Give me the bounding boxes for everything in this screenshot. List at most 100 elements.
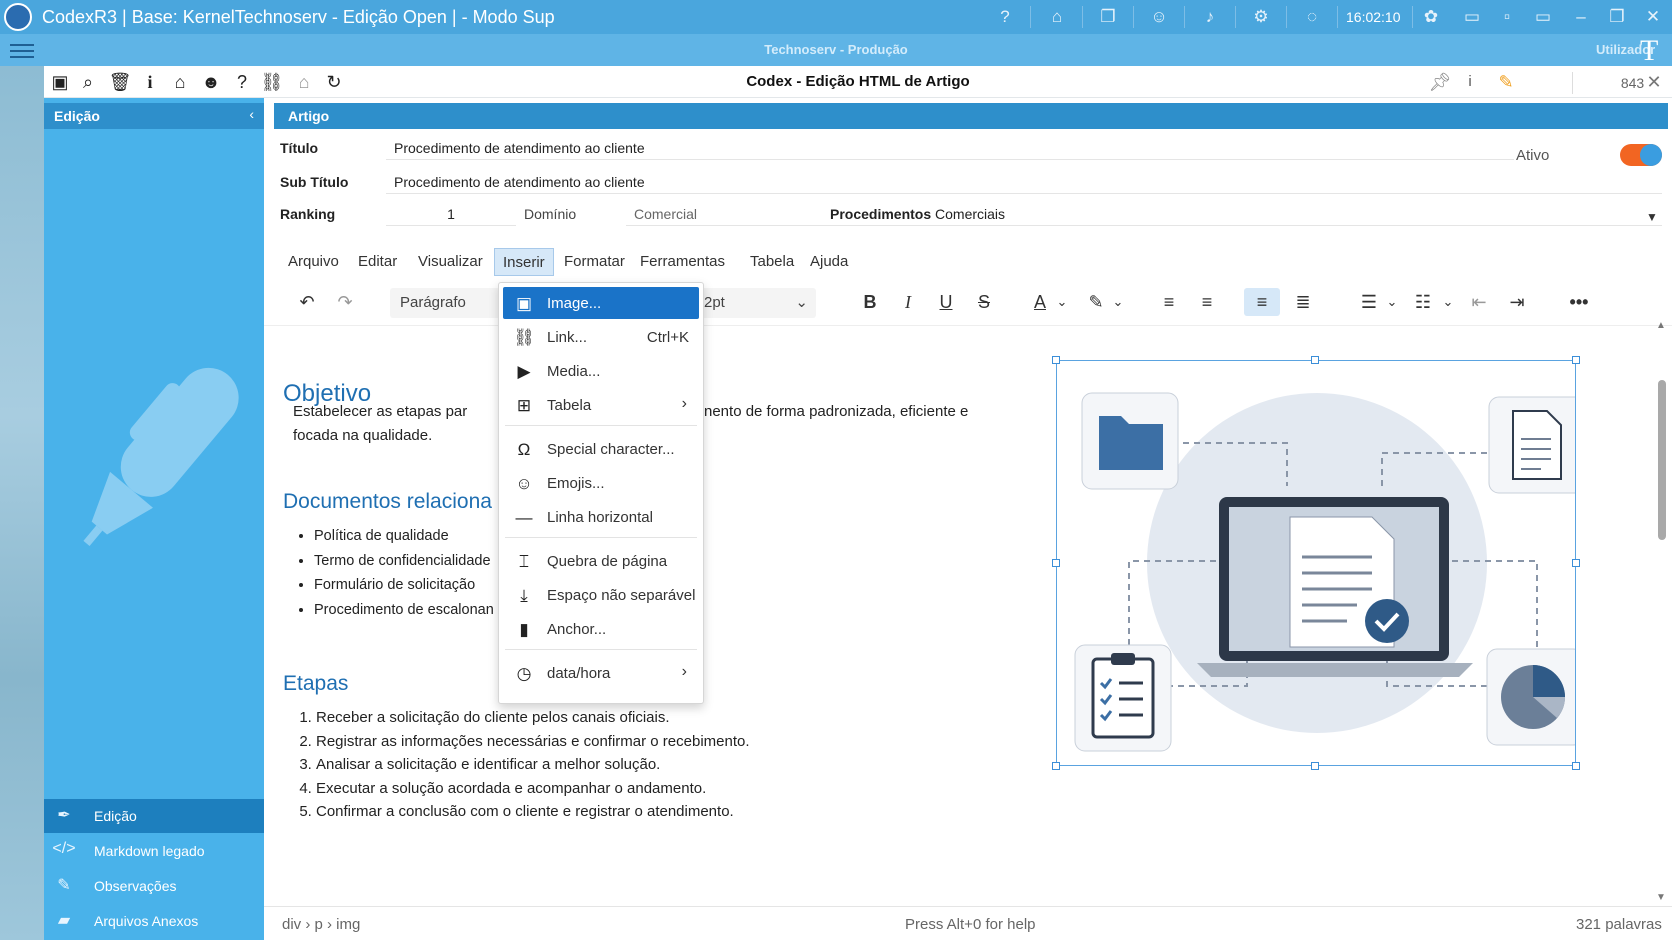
- menu-item-label: Anchor...: [547, 621, 607, 638]
- menu-item-emojis[interactable]: ☺ Emojis...: [503, 467, 699, 499]
- monitor-icon[interactable]: ▭: [1532, 6, 1554, 28]
- menu-item-quebra-pagina[interactable]: ⌶ Quebra de página: [503, 545, 699, 577]
- ranking-field[interactable]: 1: [386, 200, 516, 226]
- block-format-select[interactable]: Parágrafo: [390, 288, 500, 318]
- highlighter-icon[interactable]: ✎: [1494, 70, 1518, 94]
- menu-formatar[interactable]: Formatar: [556, 248, 633, 276]
- selected-image[interactable]: [1052, 356, 1586, 770]
- underline-icon[interactable]: U: [932, 288, 960, 316]
- highlight-color-icon[interactable]: ✎: [1082, 288, 1110, 316]
- resize-handle[interactable]: [1311, 762, 1319, 770]
- user-icon[interactable]: ☺: [1148, 6, 1170, 28]
- font-size-value: 2pt: [704, 294, 725, 311]
- menu-arquivo[interactable]: Arquivo: [280, 248, 347, 276]
- ativo-toggle[interactable]: [1620, 144, 1662, 166]
- menu-item-tabela[interactable]: ⊞ Tabela ›: [503, 389, 699, 421]
- text-color-icon[interactable]: A: [1026, 288, 1054, 316]
- window-small-icon[interactable]: ▫: [1496, 6, 1518, 28]
- resize-handle[interactable]: [1572, 356, 1580, 364]
- numbered-list-icon[interactable]: ☷: [1408, 288, 1438, 316]
- justify-icon[interactable]: ≣: [1288, 288, 1318, 316]
- menu-item-image[interactable]: ▣ Image...: [503, 287, 699, 319]
- redo-icon[interactable]: ↷: [330, 288, 360, 316]
- bank-icon[interactable]: ⌂: [1046, 6, 1068, 28]
- menu-item-espaco-nao-separavel[interactable]: ⤓ Espaço não separável: [503, 579, 699, 611]
- menu-item-data-hora[interactable]: ◷ data/hora ›: [503, 657, 699, 689]
- resize-handle[interactable]: [1572, 762, 1580, 770]
- toggle-knob: [1640, 144, 1662, 166]
- chevron-down-icon[interactable]: ⌄: [1110, 288, 1126, 316]
- scroll-down-icon[interactable]: ▼: [1656, 892, 1666, 903]
- outdent-icon[interactable]: ⇤: [1464, 288, 1494, 316]
- editor-toolbar: ↶ ↷ Parágrafo 2pt ⌄ B I U S A ⌄ ✎ ⌄ ≡ ≡ ≡…: [264, 278, 1672, 326]
- close-window-icon[interactable]: ✕: [1642, 6, 1664, 28]
- collapse-chevron-icon[interactable]: ‹: [249, 106, 254, 122]
- bold-icon[interactable]: B: [856, 288, 884, 316]
- menu-inserir[interactable]: Inserir: [494, 248, 554, 276]
- resize-handle[interactable]: [1311, 356, 1319, 364]
- resize-handle[interactable]: [1572, 559, 1580, 567]
- bullet-list-icon[interactable]: ☰: [1354, 288, 1384, 316]
- strikethrough-icon[interactable]: S: [970, 288, 998, 316]
- align-left-icon[interactable]: ≡: [1154, 288, 1184, 316]
- subtitulo-field[interactable]: Procedimento de atendimento ao cliente: [386, 168, 1662, 194]
- element-path[interactable]: div › p › img: [282, 916, 360, 933]
- color-wheel-icon[interactable]: ✿: [1420, 6, 1442, 28]
- chat-icon[interactable]: ◌: [1301, 6, 1323, 28]
- menu-item-link[interactable]: ⛓ Link... Ctrl+K: [503, 321, 699, 353]
- info-small-icon[interactable]: i: [1458, 70, 1482, 94]
- nav-item-observacoes[interactable]: ✎ Observações: [44, 869, 264, 903]
- chevron-down-icon[interactable]: ⌄: [1384, 288, 1400, 316]
- menu-item-linha-horizontal[interactable]: — Linha horizontal: [503, 501, 699, 533]
- restore-icon[interactable]: ❐: [1606, 6, 1628, 28]
- menu-separator: [505, 537, 697, 538]
- page-break-icon: ⌶: [518, 552, 530, 571]
- menu-item-media[interactable]: ▶ Media...: [503, 355, 699, 387]
- titulo-field[interactable]: Procedimento de atendimento ao cliente: [386, 134, 1514, 160]
- help-icon[interactable]: ?: [994, 6, 1016, 28]
- gear-icon[interactable]: ⚙: [1250, 6, 1272, 28]
- subtitulo-label: Sub Título: [280, 174, 349, 190]
- windows-icon[interactable]: ❐: [1097, 6, 1119, 28]
- more-icon[interactable]: •••: [1564, 288, 1594, 316]
- close-icon[interactable]: ✕: [1642, 70, 1666, 94]
- menu-ajuda[interactable]: Ajuda: [802, 248, 856, 276]
- menu-editar[interactable]: Editar: [350, 248, 405, 276]
- chevron-down-icon[interactable]: ⌄: [1440, 288, 1456, 316]
- word-count[interactable]: 321 palavras: [1576, 916, 1662, 933]
- menu-visualizar[interactable]: Visualizar: [410, 248, 491, 276]
- camera-icon[interactable]: ▭: [1461, 6, 1483, 28]
- pin-icon[interactable]: 📌︎: [1428, 70, 1452, 94]
- categoria-select[interactable]: Procedimentos Comerciais: [822, 200, 1662, 226]
- hamburger-menu-icon[interactable]: [10, 40, 34, 60]
- resize-handle[interactable]: [1052, 356, 1060, 364]
- vertical-scrollbar-thumb[interactable]: [1658, 380, 1666, 540]
- indent-icon[interactable]: ⇥: [1502, 288, 1532, 316]
- nav-item-edicao[interactable]: ✒ Edição: [44, 799, 264, 833]
- nav-item-markdown[interactable]: </> Markdown legado: [44, 834, 264, 868]
- list-item: Formulário de solicitação: [314, 573, 494, 598]
- resize-handle[interactable]: [1052, 559, 1060, 567]
- chevron-down-icon[interactable]: ⌄: [1054, 288, 1070, 316]
- minimize-icon[interactable]: –: [1570, 6, 1592, 28]
- align-center-icon[interactable]: ≡: [1192, 288, 1222, 316]
- undo-icon[interactable]: ↶: [292, 288, 322, 316]
- categoria-dropdown-icon[interactable]: ▼: [1646, 210, 1658, 224]
- editor-content[interactable]: Objetivo Estabelecer as etapas par nento…: [264, 330, 1664, 890]
- menu-tabela[interactable]: Tabela: [742, 248, 802, 276]
- menu-ferramentas[interactable]: Ferramentas: [632, 248, 733, 276]
- menu-item-special-character[interactable]: Ω Special character...: [503, 433, 699, 465]
- font-size-select[interactable]: 2pt ⌄: [694, 288, 816, 318]
- menu-item-anchor[interactable]: ▮ Anchor...: [503, 613, 699, 645]
- resize-handle[interactable]: [1052, 762, 1060, 770]
- nav-item-anexos[interactable]: ▰ Arquivos Anexos: [44, 904, 264, 938]
- objetivo-text-line2: focada na qualidade.: [293, 427, 433, 444]
- italic-icon[interactable]: I: [894, 288, 922, 316]
- scroll-up-icon[interactable]: ▲: [1656, 320, 1666, 331]
- hr-icon: —: [515, 508, 533, 527]
- bell-icon[interactable]: ♪: [1199, 6, 1221, 28]
- align-right-icon[interactable]: ≡: [1244, 288, 1280, 316]
- dominio-field[interactable]: Comercial: [626, 200, 826, 226]
- bookmark-icon: ▮: [519, 620, 529, 639]
- title-separator: [1184, 6, 1185, 28]
